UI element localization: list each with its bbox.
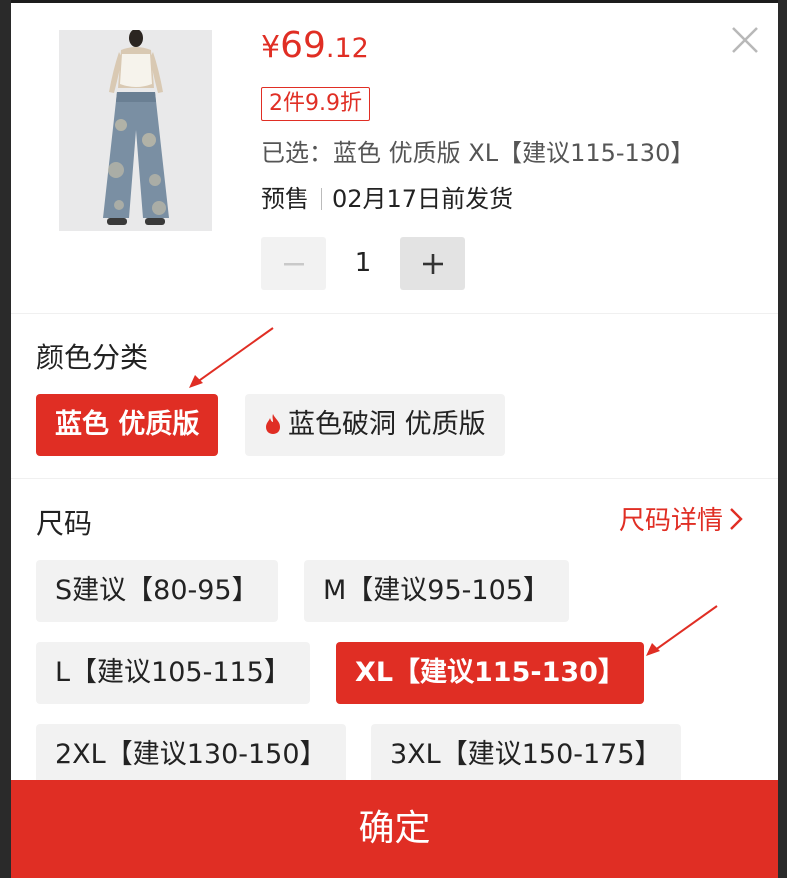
sku-selector-sheet: ¥69.12 2件9.9折 已选：蓝色 优质版 XL【建议115-130】 预售…: [11, 0, 778, 878]
decrease-quantity-button[interactable]: [261, 237, 326, 290]
size-option-xl[interactable]: XL【建议115-130】: [336, 642, 644, 704]
size-guide-link[interactable]: 尺码详情: [619, 500, 743, 537]
plus-icon: [422, 253, 443, 274]
size-option-m[interactable]: M【建议95-105】: [304, 560, 569, 622]
confirm-button[interactable]: 确定: [11, 780, 778, 878]
size-option-s[interactable]: S建议【80-95】: [36, 560, 278, 622]
color-option-blue-premium[interactable]: 蓝色 优质版: [36, 394, 219, 456]
price: ¥69.12: [261, 28, 369, 64]
color-option-blue-ripped-premium[interactable]: 蓝色破洞 优质版: [245, 394, 505, 456]
presale-label: 预售: [261, 185, 309, 213]
selected-summary: 已选：蓝色 优质版 XL【建议115-130】: [261, 139, 695, 167]
divider: [11, 313, 778, 314]
annotation-arrow: [646, 605, 718, 656]
size-option-label: 2XL【建议130-150】: [55, 739, 327, 770]
price-currency: ¥: [261, 30, 281, 65]
size-option-label: XL【建议115-130】: [355, 657, 625, 688]
annotation-arrow: [189, 327, 274, 388]
close-icon[interactable]: [727, 22, 763, 58]
size-guide-label: 尺码详情: [619, 506, 724, 536]
flame-icon: [264, 396, 282, 434]
color-section-title: 颜色分类: [36, 341, 149, 374]
promo-badge: 2件9.9折: [261, 87, 370, 121]
product-thumbnail[interactable]: [59, 30, 212, 231]
ship-date: 02月17日前发货: [332, 185, 514, 213]
size-option-2xl[interactable]: 2XL【建议130-150】: [36, 724, 346, 786]
presale-divider: [321, 188, 322, 210]
chevron-right-icon: [730, 507, 743, 530]
price-integer: 69: [280, 25, 326, 66]
price-decimal: .12: [325, 33, 369, 64]
presale-info: 预售 02月17日前发货: [261, 179, 513, 214]
top-edge: [11, 0, 778, 3]
size-option-label: 3XL【建议150-175】: [390, 739, 662, 770]
divider: [11, 478, 778, 479]
size-option-label: M【建议95-105】: [323, 575, 550, 606]
quantity-value[interactable]: 1: [326, 237, 400, 290]
color-option-label: 蓝色 优质版: [55, 409, 200, 440]
increase-quantity-button[interactable]: [400, 237, 465, 290]
size-option-3xl[interactable]: 3XL【建议150-175】: [371, 724, 681, 786]
size-option-label: S建议【80-95】: [55, 575, 259, 606]
size-section-title: 尺码: [36, 507, 93, 540]
size-option-label: L【建议105-115】: [55, 657, 291, 688]
size-option-l[interactable]: L【建议105-115】: [36, 642, 310, 704]
minus-icon: [283, 262, 304, 265]
color-option-label: 蓝色破洞 优质版: [288, 409, 486, 440]
